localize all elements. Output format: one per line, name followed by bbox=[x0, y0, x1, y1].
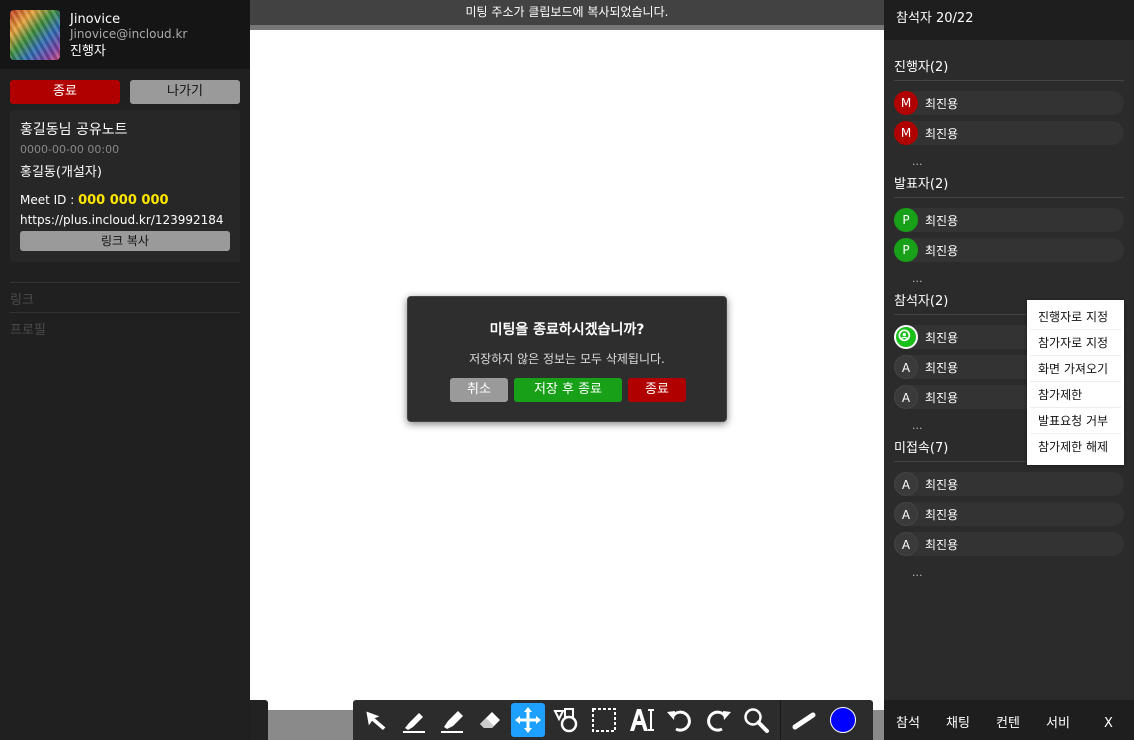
participant-avatar: A bbox=[894, 385, 918, 409]
participant-row[interactable]: M 최진용 bbox=[894, 121, 1124, 145]
pen-icon[interactable] bbox=[397, 703, 431, 737]
left-sidebar: Jinovice Jinovice@incloud.kr 진행자 종료 나가기 … bbox=[0, 0, 250, 740]
tab-service[interactable]: 서비 bbox=[1046, 700, 1070, 740]
note-owner: 홍길동(개설자) bbox=[20, 165, 102, 180]
participant-row[interactable]: A 최진용 bbox=[894, 472, 1124, 496]
participant-row[interactable]: A 최진용 bbox=[894, 532, 1124, 556]
menu-item-set-host[interactable]: 진행자로 지정 bbox=[1030, 304, 1121, 330]
copy-link-button[interactable]: 링크 복사 bbox=[20, 231, 230, 251]
drawing-toolbar bbox=[353, 700, 873, 740]
highlighter-icon[interactable] bbox=[435, 703, 469, 737]
color-picker[interactable] bbox=[830, 707, 856, 733]
end-meeting-dialog: 미팅을 종료하시겠습니까? 저장하지 않은 정보는 모두 삭제됩니다. 취소 저… bbox=[407, 296, 727, 422]
menu-item-set-participant[interactable]: 참가자로 지정 bbox=[1030, 330, 1121, 356]
leave-button[interactable]: 나가기 bbox=[130, 80, 240, 104]
profile-role: 진행자 bbox=[70, 44, 106, 59]
participant-avatar: A bbox=[894, 502, 918, 526]
meet-url: https://plus.incloud.kr/123992184 bbox=[20, 213, 224, 227]
pointer-icon[interactable] bbox=[359, 703, 393, 737]
toolbar-divider bbox=[780, 700, 781, 740]
menu-item-take-screen[interactable]: 화면 가져오기 bbox=[1030, 356, 1121, 382]
participant-name: 최진용 bbox=[925, 391, 959, 405]
cancel-button[interactable]: 취소 bbox=[450, 378, 508, 402]
move-icon[interactable] bbox=[511, 703, 545, 737]
participant-name: 최진용 bbox=[925, 478, 959, 492]
participant-name: 최진용 bbox=[925, 508, 959, 522]
confirm-end-button[interactable]: 종료 bbox=[628, 378, 686, 402]
tab-attendees[interactable]: 참석 bbox=[896, 700, 920, 740]
tab-chat[interactable]: 채팅 bbox=[946, 700, 970, 740]
profile-name: Jinovice bbox=[70, 12, 121, 27]
app-window: Jinovice Jinovice@incloud.kr 진행자 종료 나가기 … bbox=[0, 0, 1134, 740]
participant-avatar: A bbox=[894, 355, 918, 379]
close-panel-button[interactable]: X bbox=[1104, 700, 1113, 740]
section-divider bbox=[894, 80, 1124, 81]
more-indicator[interactable]: ... bbox=[912, 566, 923, 579]
avatar[interactable] bbox=[10, 10, 60, 60]
note-title: 홍길동님 공유노트 bbox=[20, 122, 128, 138]
shapes-icon[interactable] bbox=[549, 703, 583, 737]
meet-id-label: Meet ID : bbox=[20, 193, 79, 207]
section-offline: 미접속(7) bbox=[894, 441, 949, 456]
participant-name: 최진용 bbox=[925, 97, 959, 111]
section-divider bbox=[894, 197, 1124, 198]
undo-icon[interactable] bbox=[663, 703, 697, 737]
meet-id-value: 000 000 000 bbox=[78, 193, 169, 208]
line-width-icon[interactable] bbox=[788, 703, 822, 737]
toast-message: 미팅 주소가 클립보드에 복사되었습니다. bbox=[250, 0, 884, 25]
participant-avatar: P bbox=[894, 238, 918, 262]
participant-row[interactable]: A 최진용 bbox=[894, 502, 1124, 526]
user-icon bbox=[894, 325, 918, 349]
save-and-end-button[interactable]: 저장 후 종료 bbox=[514, 378, 622, 402]
meeting-info-card: 홍길동님 공유노트 0000-00-00 00:00 홍길동(개설자) Meet… bbox=[10, 110, 240, 262]
menu-item-unrestrict[interactable]: 참가제한 해제 bbox=[1030, 434, 1121, 460]
participant-context-menu: 진행자로 지정 참가자로 지정 화면 가져오기 참가제한 발표요청 거부 참가제… bbox=[1027, 300, 1124, 465]
participant-avatar: M bbox=[894, 91, 918, 115]
more-indicator[interactable]: ... bbox=[912, 155, 923, 168]
participant-row[interactable]: P 최진용 bbox=[894, 208, 1124, 232]
participant-name: 최진용 bbox=[925, 331, 959, 345]
participant-avatar: P bbox=[894, 208, 918, 232]
section-attendee: 참석자(2) bbox=[894, 294, 949, 309]
participants-header: 참석자 20/22 bbox=[884, 0, 1134, 40]
sidebar-item-links[interactable]: 링크 bbox=[10, 282, 240, 308]
participant-row[interactable]: M 최진용 bbox=[894, 91, 1124, 115]
participant-name: 최진용 bbox=[925, 214, 959, 228]
redo-icon[interactable] bbox=[701, 703, 735, 737]
zoom-icon[interactable] bbox=[739, 703, 773, 737]
select-icon[interactable] bbox=[587, 703, 621, 737]
section-host: 진행자(2) bbox=[894, 60, 949, 75]
menu-item-reject-presentation[interactable]: 발표요청 거부 bbox=[1030, 408, 1121, 434]
dialog-title: 미팅을 종료하시겠습니까? bbox=[489, 322, 645, 338]
participant-avatar: A bbox=[894, 472, 918, 496]
participant-name: 최진용 bbox=[925, 538, 959, 552]
text-icon[interactable] bbox=[625, 703, 659, 737]
participant-avatar: A bbox=[894, 532, 918, 556]
dialog-message: 저장하지 않은 정보는 모두 삭제됩니다. bbox=[469, 352, 665, 366]
menu-item-restrict[interactable]: 참가제한 bbox=[1030, 382, 1121, 408]
meet-id-row: Meet ID : 000 000 000 bbox=[20, 193, 169, 208]
section-presenter: 발표자(2) bbox=[894, 177, 949, 192]
more-indicator[interactable]: ... bbox=[912, 272, 923, 285]
participant-avatar: M bbox=[894, 121, 918, 145]
participant-name: 최진용 bbox=[925, 127, 959, 141]
participant-name: 최진용 bbox=[925, 361, 959, 375]
participant-name: 최진용 bbox=[925, 244, 959, 258]
sidebar-item-profile[interactable]: 프로필 bbox=[10, 312, 240, 338]
participant-row[interactable]: P 최진용 bbox=[894, 238, 1124, 262]
tab-content[interactable]: 컨텐 bbox=[996, 700, 1020, 740]
profile-email: Jinovice@incloud.kr bbox=[70, 27, 188, 41]
note-datetime: 0000-00-00 00:00 bbox=[20, 143, 120, 156]
left-panel-corner bbox=[250, 700, 268, 740]
end-meeting-button[interactable]: 종료 bbox=[10, 80, 120, 104]
panel-tabs: 참석 채팅 컨텐 서비 X bbox=[884, 700, 1134, 740]
profile-header: Jinovice Jinovice@incloud.kr 진행자 bbox=[0, 0, 250, 69]
more-indicator[interactable]: ... bbox=[912, 419, 923, 432]
eraser-icon[interactable] bbox=[473, 703, 507, 737]
